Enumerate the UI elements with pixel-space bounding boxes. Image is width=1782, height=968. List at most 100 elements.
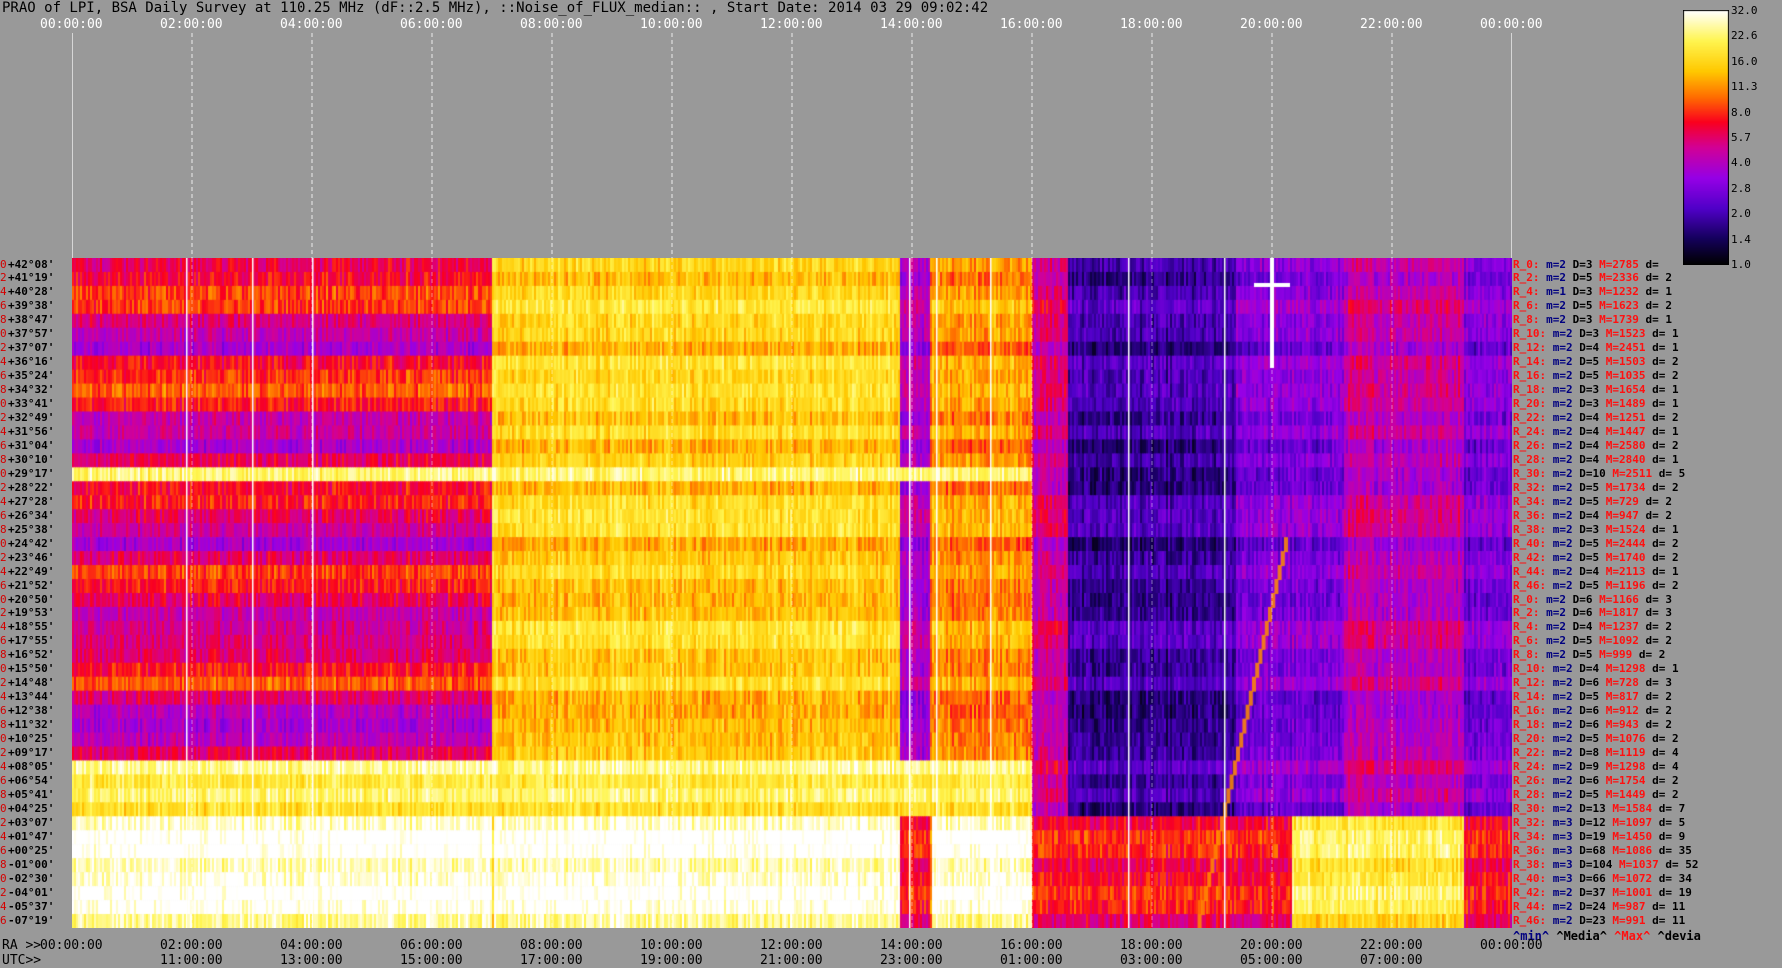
row-stat-line: R_38: m=3 D=104 M=1037 d= 52 xyxy=(1513,858,1699,872)
row-stat-line: R_4: m=2 D=4 M=1237 d= 2 xyxy=(1513,620,1672,634)
stat-row: R_42: xyxy=(1513,550,1547,564)
declination-value: +01°47' xyxy=(8,829,55,843)
row-index: 4 xyxy=(0,355,7,369)
stat-min: m=2 xyxy=(1552,536,1573,550)
row-stat-line: R_34: m=3 D=19 M=1450 d= 9 xyxy=(1513,830,1685,844)
row-index: 2 xyxy=(0,885,7,899)
declination-value: +40°28' xyxy=(8,285,55,299)
stat-devia: d= 2 xyxy=(1652,773,1679,787)
row-index: 2 xyxy=(0,746,7,760)
stat-row: R_28: xyxy=(1513,787,1547,801)
stat-max: M=1251 xyxy=(1605,411,1646,425)
row-index: 0 xyxy=(0,732,7,746)
stat-media: D=104 xyxy=(1579,857,1613,871)
stat-row: R_18: xyxy=(1513,718,1547,732)
stat-devia: d= 3 xyxy=(1645,592,1673,606)
stat-min: m=3 xyxy=(1552,815,1573,829)
declination-row-label: 2+28°22' xyxy=(0,481,54,495)
stat-max: M=2444 xyxy=(1605,536,1646,550)
stat-devia: d= 2 xyxy=(1645,508,1673,522)
utc-tick-label: 15:00:00 xyxy=(400,953,463,968)
row-index: 0 xyxy=(0,801,7,815)
stat-row: R_16: xyxy=(1513,704,1547,718)
row-index: 0 xyxy=(0,257,7,271)
stat-row: R_14: xyxy=(1513,690,1547,704)
stat-max: M=1489 xyxy=(1605,397,1646,411)
ra-tick-label: 08:00:00 xyxy=(520,938,583,953)
row-stat-line: R_40: m=3 D=66 M=1072 d= 34 xyxy=(1513,872,1692,886)
row-stat-line: R_38: m=2 D=3 M=1524 d= 1 xyxy=(1513,523,1679,537)
stat-media: D=6 xyxy=(1579,718,1600,732)
stat-max: M=1523 xyxy=(1605,327,1646,341)
stat-min: m=3 xyxy=(1552,857,1573,871)
stat-media: D=3 xyxy=(1572,285,1593,299)
row-index: 2 xyxy=(0,341,7,355)
stat-row: R_34: xyxy=(1513,829,1547,843)
plot-window: PRAO of LPI, BSA Daily Survey at 110.25 … xyxy=(0,0,1782,968)
stat-devia: d= 1 xyxy=(1652,522,1679,536)
row-index: 8 xyxy=(0,718,7,732)
stat-row: R_12: xyxy=(1513,341,1547,355)
declination-value: +00°25' xyxy=(8,843,55,857)
stat-media: D=5 xyxy=(1579,480,1600,494)
stat-min: m=2 xyxy=(1552,662,1573,676)
chart-title: PRAO of LPI, BSA Daily Survey at 110.25 … xyxy=(2,0,989,16)
stat-row: R_46: xyxy=(1513,913,1547,927)
row-index: 0 xyxy=(0,871,7,885)
declination-value: +29°17' xyxy=(8,466,55,480)
declination-row-label: 6+39°38' xyxy=(0,299,54,313)
declination-row-label: 4+08°05' xyxy=(0,760,54,774)
stat-media: D=66 xyxy=(1579,871,1606,885)
row-stat-line: R_30: m=2 D=13 M=1584 d= 7 xyxy=(1513,802,1685,816)
stat-min: m=2 xyxy=(1552,899,1573,913)
ra-tick-label: 20:00:00 xyxy=(1240,938,1303,953)
stat-media: D=4 xyxy=(1579,411,1600,425)
stat-devia: d= 2 xyxy=(1652,732,1679,746)
stat-devia: d= 3 xyxy=(1645,676,1673,690)
utc-axis-prefix: UTC>> xyxy=(2,953,42,968)
row-index: 2 xyxy=(0,550,7,564)
stat-media: D=3 xyxy=(1579,383,1600,397)
stat-devia: d= 2 xyxy=(1645,718,1673,732)
declination-row-label: 4+22°49' xyxy=(0,565,54,579)
ra-tick-label: 16:00:00 xyxy=(1000,938,1063,953)
row-index: 6 xyxy=(0,634,7,648)
stat-row: R_0: xyxy=(1513,592,1540,606)
stat-row: R_38: xyxy=(1513,522,1547,536)
stat-min: m=3 xyxy=(1552,871,1573,885)
stat-row: R_2: xyxy=(1513,606,1540,620)
stat-row: R_16: xyxy=(1513,369,1547,383)
stat-min: m=2 xyxy=(1552,746,1573,760)
stat-media: D=6 xyxy=(1579,773,1600,787)
stat-max: M=1166 xyxy=(1599,592,1639,606)
stat-devia: d= 1 xyxy=(1652,452,1679,466)
stat-row: R_24: xyxy=(1513,425,1547,438)
declination-row-label: 8+34°32' xyxy=(0,383,54,397)
declination-value: +42°08' xyxy=(8,257,55,271)
row-index: 4 xyxy=(0,899,7,913)
legend-media: ^Media^ xyxy=(1556,929,1607,943)
grid-overlay xyxy=(191,258,1393,928)
declination-value: +28°22' xyxy=(8,480,55,494)
stat-max: M=1237 xyxy=(1599,620,1639,634)
row-stat-line: R_20: m=2 D=5 M=1076 d= 2 xyxy=(1513,732,1679,746)
stat-row: R_18: xyxy=(1513,383,1547,397)
stat-row: R_30: xyxy=(1513,466,1547,480)
declination-row-label: 2+19°53' xyxy=(0,606,54,620)
declination-value: +24°42' xyxy=(8,536,55,550)
top-tick-label: 10:00:00 xyxy=(640,17,703,32)
stat-max: M=817 xyxy=(1605,690,1639,704)
declination-value: +10°25' xyxy=(8,732,55,746)
stat-min: m=2 xyxy=(1546,592,1566,606)
declination-row-label: 6+31°04' xyxy=(0,439,54,453)
stat-devia: d= 1 xyxy=(1652,397,1679,411)
row-index: 2 xyxy=(0,676,7,690)
row-index: 8 xyxy=(0,383,7,397)
row-index: 4 xyxy=(0,564,7,578)
stat-media: D=4 xyxy=(1579,564,1600,578)
row-stat-line: R_0: m=2 D=6 M=1166 d= 3 xyxy=(1513,593,1672,607)
top-tick-label: 00:00:00 xyxy=(1480,17,1543,32)
stat-row: R_0: xyxy=(1513,257,1540,271)
declination-row-label: 4+40°28' xyxy=(0,285,54,299)
stat-media: D=5 xyxy=(1579,369,1600,383)
